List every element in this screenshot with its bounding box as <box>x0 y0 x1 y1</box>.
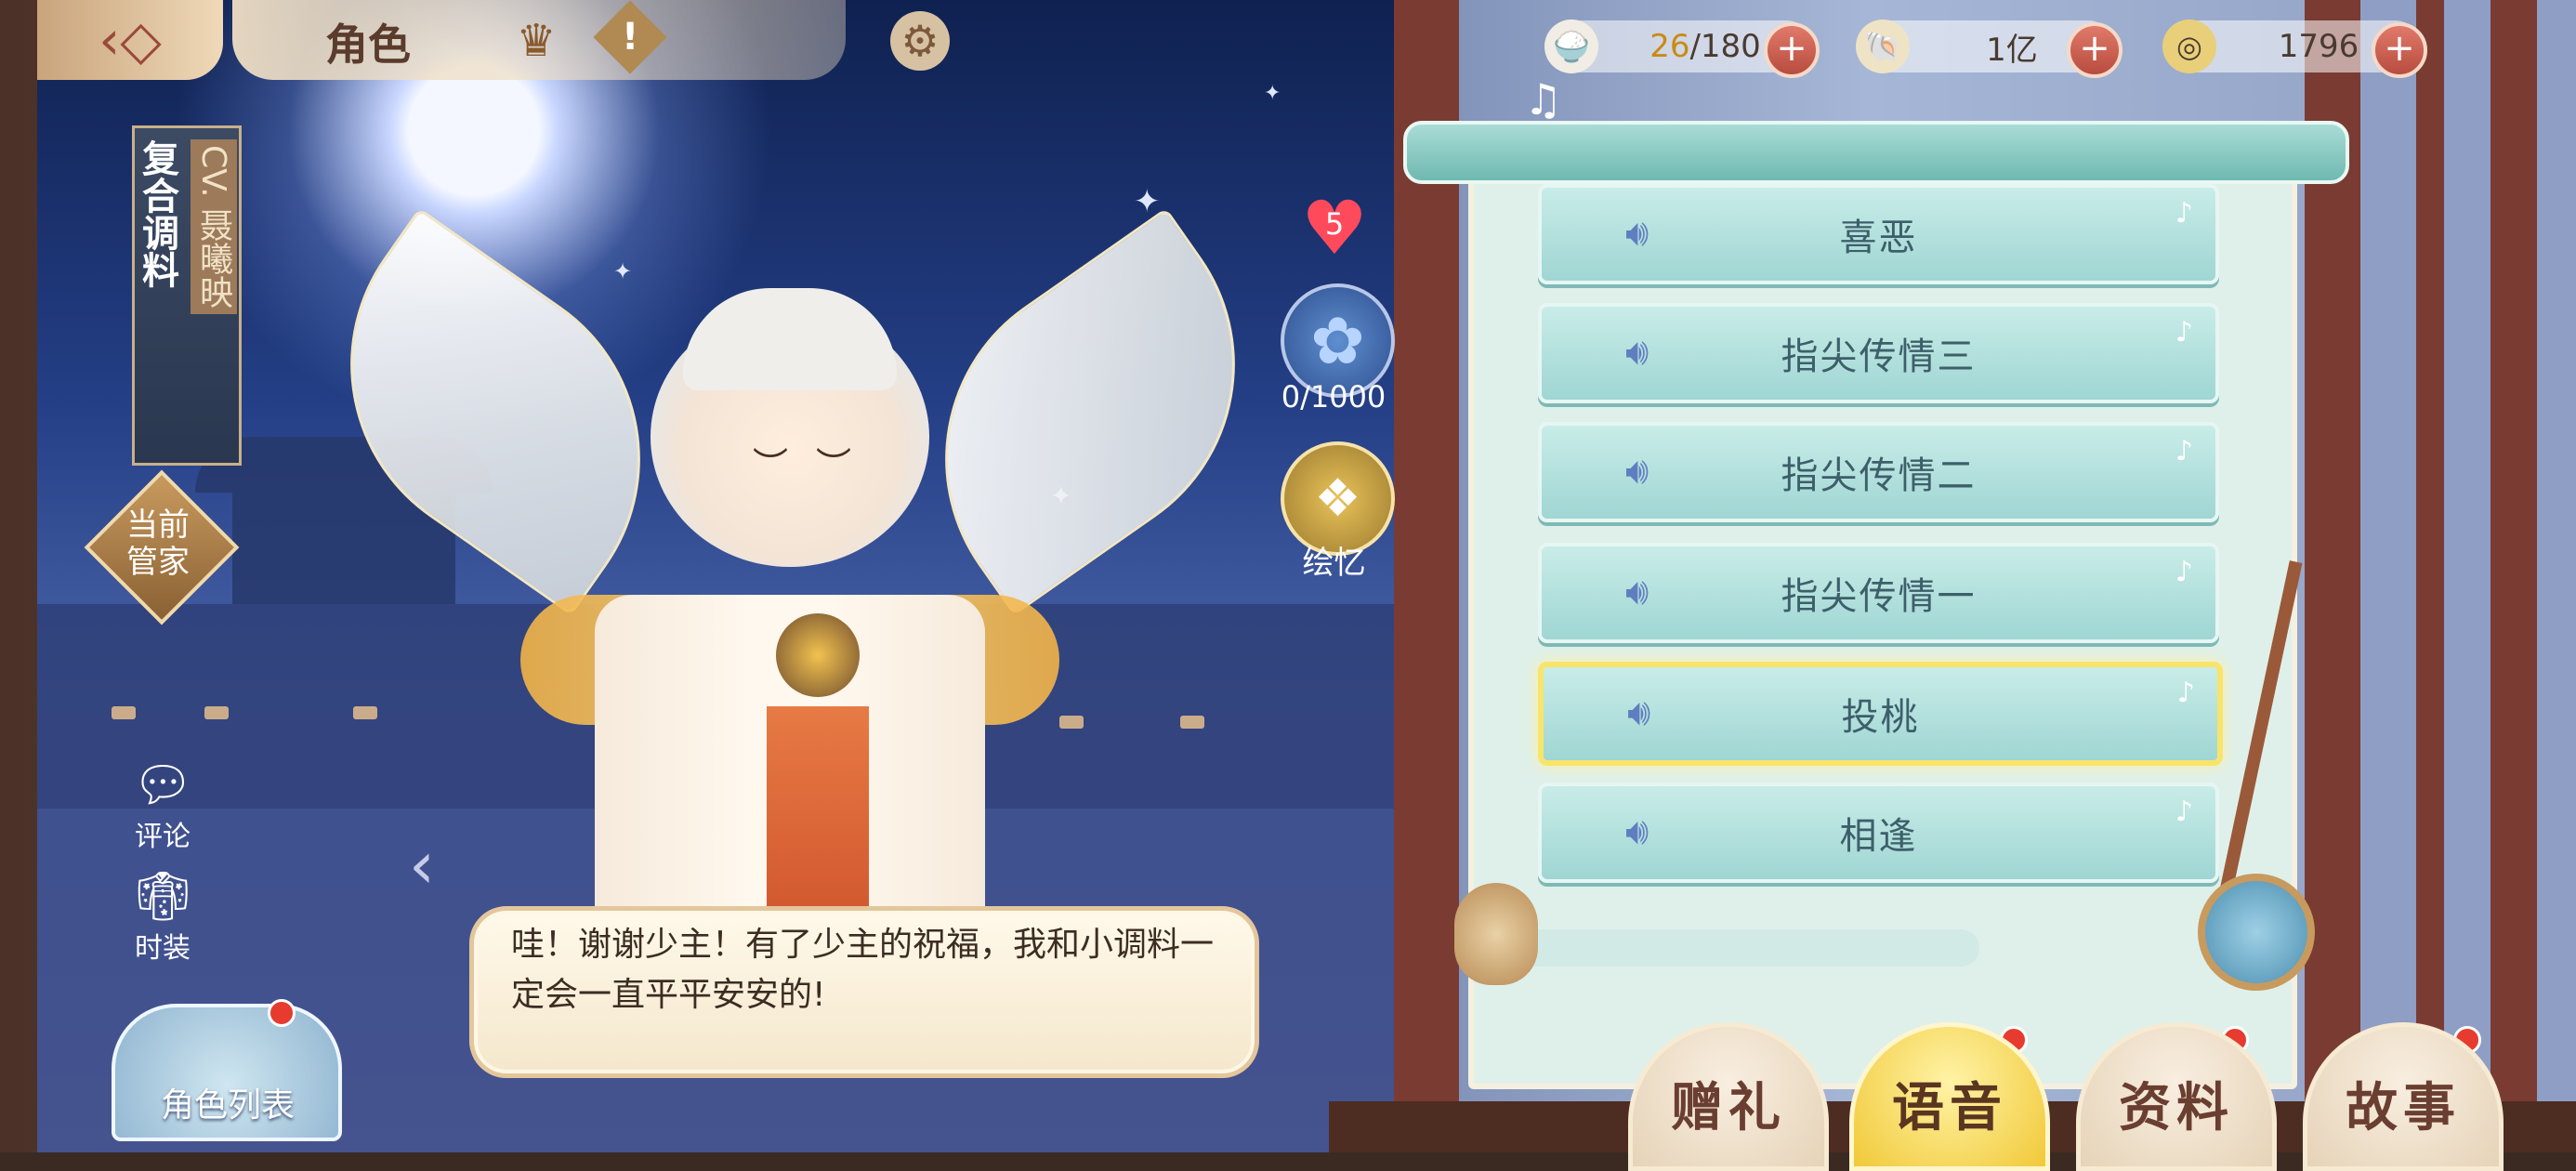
speaker-icon: 🔊︎ <box>1625 810 1649 853</box>
window-frame <box>2416 0 2444 1152</box>
voice-item[interactable]: 🔊︎ 指尖传情一 ♪ <box>1538 543 2219 643</box>
rice-bowl-icon: 🍚 <box>1544 20 1598 73</box>
costume-button[interactable]: 👘︎ 时装 <box>107 869 218 966</box>
tab-voice-label: 语音 <box>1892 1078 2007 1138</box>
prev-character-arrow-icon[interactable]: ‹ <box>409 827 435 903</box>
erhu-body <box>2198 874 2315 991</box>
back-button[interactable]: ‹◇ <box>37 0 223 80</box>
voice-item-label: 喜恶 <box>1839 217 1918 259</box>
tab-profile-label: 资料 <box>2119 1078 2234 1138</box>
add-shell-button[interactable]: + <box>2067 22 2123 78</box>
lantern-light <box>1059 716 1084 729</box>
brooch <box>776 613 860 697</box>
stamina-max: /180 <box>1689 28 1761 65</box>
shell-icon: 🐚 <box>1856 20 1910 73</box>
dialogue-text: 哇！谢谢少主！有了少主的祝福，我和小调料一定会一直平平安安的! <box>511 926 1215 1014</box>
comment-label: 评论 <box>135 821 191 853</box>
settings-button[interactable]: ⚙ <box>890 11 950 71</box>
lantern-light <box>1180 716 1204 729</box>
voice-actor: CV. 聂曦映 <box>191 139 237 315</box>
butler-label: 当前管家 <box>126 507 190 581</box>
voice-item[interactable]: 🔊︎ 指尖传情二 ♪ <box>1538 422 2219 522</box>
star-icon: ✦ <box>613 258 633 284</box>
voice-item[interactable]: 🔊︎ 相逢 ♪ <box>1538 783 2219 883</box>
music-note-icon: ♪ <box>2175 316 2193 349</box>
page-title: 角色 <box>325 20 411 70</box>
speaker-icon: 🔊︎ <box>1625 450 1649 493</box>
coin-icon: ◎ <box>2162 20 2216 73</box>
costume-icon: 👘︎ <box>131 869 193 925</box>
speaker-icon: 🔊︎ <box>1625 331 1649 374</box>
character-name: 复合调料 <box>136 139 178 288</box>
plum-flower-icon: ✿ <box>1310 302 1365 379</box>
music-note-icon: ♪ <box>2175 197 2193 230</box>
exclamation-icon: ! <box>621 16 639 59</box>
speaker-icon: 🔊︎ <box>1625 212 1649 255</box>
role-list-label: 角色列表 <box>160 1086 295 1125</box>
gear-icon: ⚙ <box>900 16 940 66</box>
costume-label: 时装 <box>135 932 191 965</box>
star-icon: ✦ <box>1134 183 1161 220</box>
scroll-faded-row <box>1515 929 1979 967</box>
crown-button[interactable]: ♛ <box>506 11 566 71</box>
lantern-light <box>112 706 136 719</box>
closed-eyes: ︶︶ <box>753 437 851 486</box>
voice-item-selected[interactable]: 🔊︎ 投桃 ♪ <box>1538 662 2223 766</box>
affection-level: 5 <box>1324 206 1345 242</box>
music-note-icon: ♪ <box>2175 435 2193 467</box>
ocarina <box>1454 883 1538 985</box>
music-note-icon: ♪ <box>2175 796 2193 828</box>
tab-gift-label: 赠礼 <box>1671 1078 1786 1138</box>
lantern-light <box>204 706 229 719</box>
speaker-icon: 🔊︎ <box>1625 571 1649 613</box>
add-stamina-button[interactable]: + <box>1764 22 1820 78</box>
memory-label: 绘忆 <box>1302 545 1366 582</box>
window-frame <box>2491 0 2537 1152</box>
memory-icon: ❖ <box>1314 468 1361 529</box>
stamina-current: 26 <box>1649 28 1690 65</box>
lantern-light <box>353 706 377 719</box>
music-note-icon: ♪ <box>2175 556 2193 588</box>
crown-icon: ♛ <box>516 15 557 67</box>
window-area <box>2360 0 2576 1152</box>
voice-item-label: 指尖传情一 <box>1781 575 1977 618</box>
voice-item[interactable]: 🔊︎ 喜恶 ♪ <box>1538 184 2219 284</box>
voice-item-label: 指尖传情二 <box>1781 454 1977 497</box>
scroll-top-rod <box>1403 121 2349 184</box>
voice-item-label: 投桃 <box>1841 696 1920 739</box>
role-list-badge <box>268 999 296 1027</box>
speaker-icon: 🔊︎ <box>1627 691 1651 734</box>
add-coin-button[interactable]: + <box>2372 22 2427 78</box>
comment-icon: 💬︎ <box>131 757 193 813</box>
back-arrow-icon: ‹◇ <box>99 8 162 72</box>
music-note-icon: ♪ <box>2176 677 2195 709</box>
comment-button[interactable]: 💬︎ 评论 <box>107 757 218 854</box>
voice-item-label: 指尖传情三 <box>1781 336 1977 378</box>
music-note-icon: ♫ <box>1524 74 1563 125</box>
voice-item[interactable]: 🔊︎ 指尖传情三 ♪ <box>1538 303 2219 403</box>
star-icon: ✦ <box>1264 82 1281 105</box>
tab-story-label: 故事 <box>2346 1078 2461 1138</box>
affection-progress: 0/1000 <box>1281 379 1387 414</box>
voice-item-label: 相逢 <box>1839 815 1918 858</box>
